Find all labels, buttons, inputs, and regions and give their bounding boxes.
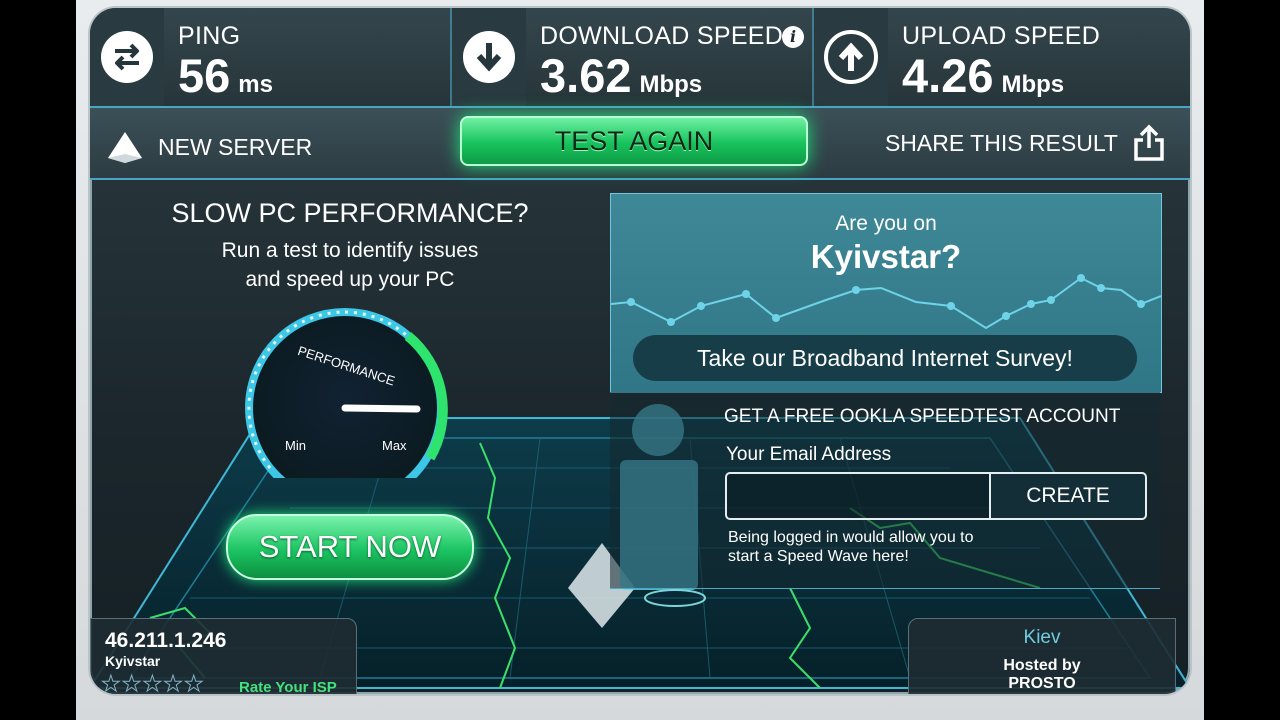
speedtest-app: PING 56 ms DOWNLOAD SPEED 3.62 Mbps i UP… (76, 0, 1204, 720)
email-label: Your Email Address (726, 444, 892, 465)
upload-label: UPLOAD SPEED (902, 22, 1101, 50)
test-again-button[interactable]: TEST AGAIN (460, 116, 808, 166)
upload-stat: UPLOAD SPEED 4.26 Mbps (814, 8, 1100, 106)
right-letterbox (1204, 0, 1280, 720)
action-bar: NEW SERVER TEST AGAIN SHARE THIS RESULT (90, 108, 1190, 180)
left-letterbox (0, 0, 76, 720)
download-label: DOWNLOAD SPEED (540, 22, 784, 50)
server-info: Kiev Hosted by PROSTO (908, 618, 1176, 694)
account-heading: GET A FREE OOKLA SPEEDTEST ACCOUNT (724, 406, 1121, 427)
ad-subtitle-line-2: and speed up your PC (245, 268, 455, 291)
upload-arrow-icon (824, 30, 878, 84)
share-label: SHARE THIS RESULT (884, 129, 1118, 156)
start-now-button[interactable]: START NOW (226, 514, 474, 580)
info-icon[interactable]: i (782, 26, 804, 48)
ping-stat: PING 56 ms (90, 8, 273, 106)
share-result-button[interactable]: SHARE THIS RESULT (885, 124, 1166, 162)
server-host: PROSTO (1008, 675, 1076, 692)
ad-subtitle-line-1: Run a test to identify issues (221, 239, 479, 262)
survey-sparkline (611, 274, 1161, 330)
download-unit: Mbps (639, 71, 703, 98)
new-server-label: NEW SERVER (158, 133, 313, 160)
survey-button[interactable]: Take our Broadband Internet Survey! (633, 335, 1137, 381)
performance-gauge: PERFORMANCE Min Max (245, 308, 448, 478)
rate-isp-link[interactable]: Rate Your ISP (239, 679, 337, 694)
hosted-by-label: Hosted by (1003, 657, 1081, 674)
download-stat: DOWNLOAD SPEED 3.62 Mbps (452, 8, 783, 106)
account-note-line-2: start a Speed Wave here! (728, 548, 909, 565)
create-button[interactable]: CREATE (989, 472, 1147, 520)
rating-stars-icon[interactable]: ★★★★★ (101, 671, 205, 695)
ping-unit: ms (238, 71, 273, 98)
upload-unit: Mbps (1001, 71, 1065, 98)
ping-arrows-icon (101, 31, 153, 83)
account-signup: GET A FREE OOKLA SPEEDTEST ACCOUNT Your … (610, 392, 1160, 589)
gauge-max-label: Max (382, 438, 407, 453)
ad-subtitle: Run a test to identify issues and speed … (110, 236, 590, 294)
server-triangle-icon (108, 132, 142, 163)
gauge-min-label: Min (285, 438, 306, 453)
upload-value: 4.26 (902, 49, 994, 102)
server-city: Kiev (1023, 627, 1061, 648)
gauge-needle (341, 404, 421, 413)
new-server-button[interactable]: NEW SERVER (106, 130, 312, 164)
survey-question: Are you on (835, 212, 937, 235)
stats-bar: PING 56 ms DOWNLOAD SPEED 3.62 Mbps i UP… (90, 8, 1190, 108)
client-info: 46.211.1.246 Kyivstar ★★★★★ Rate Your IS… (90, 618, 357, 694)
share-icon (1134, 124, 1164, 161)
survey-banner[interactable]: Are you on Kyivstar? Take our Broadband … (610, 193, 1162, 393)
ping-value: 56 (178, 49, 231, 102)
download-arrow-icon (463, 31, 515, 83)
account-note-line-1: Being logged in would allow you to (728, 529, 974, 546)
client-isp: Kyivstar (105, 653, 161, 669)
download-value: 3.62 (540, 49, 632, 102)
ping-label: PING (178, 22, 241, 50)
results-panel: PING 56 ms DOWNLOAD SPEED 3.62 Mbps i UP… (90, 8, 1190, 694)
client-ip: 46.211.1.246 (105, 629, 227, 652)
account-note: Being logged in would allow you to start… (728, 528, 1028, 566)
ad-title: SLOW PC PERFORMANCE? (171, 198, 529, 228)
email-field[interactable] (725, 472, 991, 520)
